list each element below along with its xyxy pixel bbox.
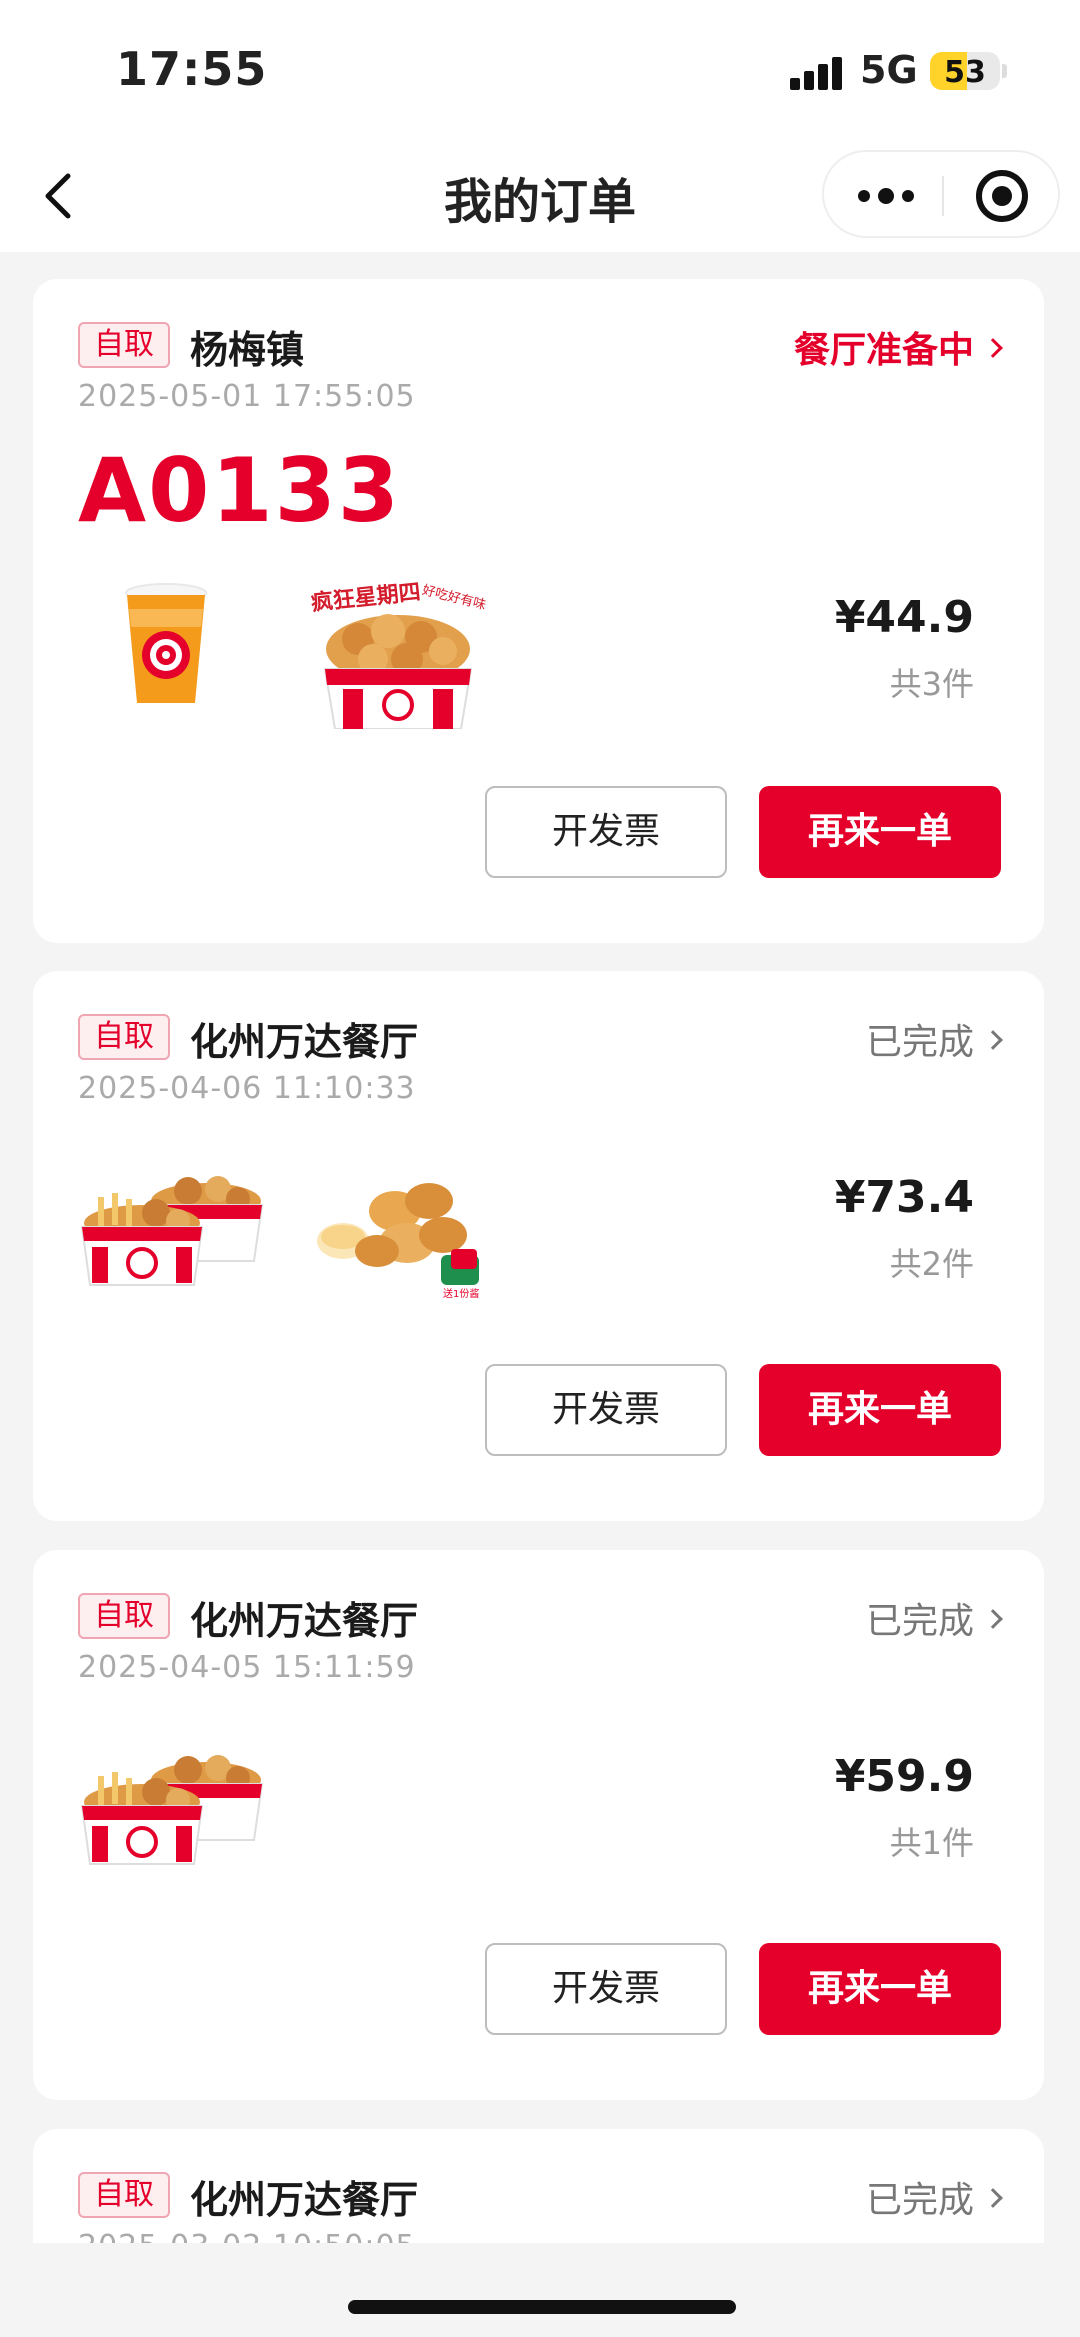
order-status[interactable]: 已完成 — [866, 2171, 974, 2223]
svg-text:好吃好有味: 好吃好有味 — [421, 582, 488, 613]
item-count: 共3件 — [889, 665, 974, 703]
order-status[interactable]: 已完成 — [866, 1592, 974, 1644]
store-name: 化州万达餐厅 — [190, 2178, 419, 2222]
order-price: ¥59.9 — [834, 1751, 974, 1802]
pickup-tag: 自取 — [78, 2172, 170, 2218]
chevron-right-icon — [983, 1030, 1003, 1050]
order-price: ¥73.4 — [834, 1172, 974, 1223]
store-name: 化州万达餐厅 — [190, 1020, 419, 1064]
store-name: 化州万达餐厅 — [190, 1599, 419, 1643]
pickup-code: A0133 — [78, 439, 402, 542]
product-image-duo-bucket — [78, 1161, 268, 1295]
order-actions: 开发票 再来一单 — [33, 1364, 1044, 1456]
reorder-button[interactable]: 再来一单 — [759, 786, 1001, 878]
more-dots-icon — [858, 190, 870, 202]
capsule-divider — [942, 176, 944, 216]
order-card[interactable]: 自取 化州万达餐厅 已完成 2025-04-05 15:11:59 ¥59.9 … — [33, 1550, 1044, 2100]
order-datetime: 2025-04-05 15:11:59 — [78, 1650, 416, 1685]
pickup-tag: 自取 — [78, 1593, 170, 1639]
product-image-bucket: 疯狂星期四 好吃好有味 — [303, 579, 493, 733]
battery-icon: 53 — [930, 52, 1000, 90]
product-image-drink — [121, 579, 211, 713]
mini-program-capsule — [822, 150, 1060, 238]
svg-text:送1份酱: 送1份酱 — [443, 1287, 479, 1300]
store-name: 杨梅镇 — [190, 328, 305, 372]
order-status[interactable]: 已完成 — [866, 1013, 974, 1065]
home-indicator — [348, 2300, 736, 2314]
order-status[interactable]: 餐厅准备中 — [794, 321, 974, 373]
order-actions: 开发票 再来一单 — [33, 786, 1044, 878]
bottom-safe-area — [0, 2243, 1080, 2337]
invoice-button[interactable]: 开发票 — [485, 1364, 727, 1456]
svg-text:疯狂星期四: 疯狂星期四 — [310, 579, 422, 616]
product-image-nuggets: 送1份酱 — [303, 1171, 493, 1305]
chevron-right-icon — [983, 338, 1003, 358]
chevron-right-icon — [983, 2188, 1003, 2208]
item-count: 共1件 — [889, 1824, 974, 1862]
order-card[interactable]: 自取 化州万达餐厅 已完成 2025-04-06 11:10:33 送1份酱 ¥… — [33, 971, 1044, 1521]
pickup-tag: 自取 — [78, 322, 170, 368]
close-button[interactable] — [976, 170, 1028, 222]
battery-level: 53 — [944, 55, 986, 90]
clock: 17:55 — [116, 42, 268, 96]
signal-icon — [790, 56, 844, 90]
reorder-button[interactable]: 再来一单 — [759, 1943, 1001, 2035]
status-bar: 17:55 5G 53 — [0, 0, 1080, 140]
order-datetime: 2025-05-01 17:55:05 — [78, 379, 416, 414]
item-count: 共2件 — [889, 1245, 974, 1283]
network-type: 5G — [860, 48, 918, 92]
order-price: ¥44.9 — [834, 592, 974, 643]
more-button[interactable] — [852, 172, 922, 220]
nav-bar: 我的订单 — [0, 140, 1080, 252]
order-datetime: 2025-04-06 11:10:33 — [78, 1071, 416, 1106]
invoice-button[interactable]: 开发票 — [485, 1943, 727, 2035]
order-card[interactable]: 自取 杨梅镇 餐厅准备中 2025-05-01 17:55:05 A0133 疯… — [33, 279, 1044, 943]
product-image-duo-bucket — [78, 1740, 268, 1874]
pickup-tag: 自取 — [78, 1014, 170, 1060]
order-actions: 开发票 再来一单 — [33, 1943, 1044, 2035]
chevron-right-icon — [983, 1609, 1003, 1629]
reorder-button[interactable]: 再来一单 — [759, 1364, 1001, 1456]
invoice-button[interactable]: 开发票 — [485, 786, 727, 878]
battery-tip — [1002, 64, 1007, 78]
